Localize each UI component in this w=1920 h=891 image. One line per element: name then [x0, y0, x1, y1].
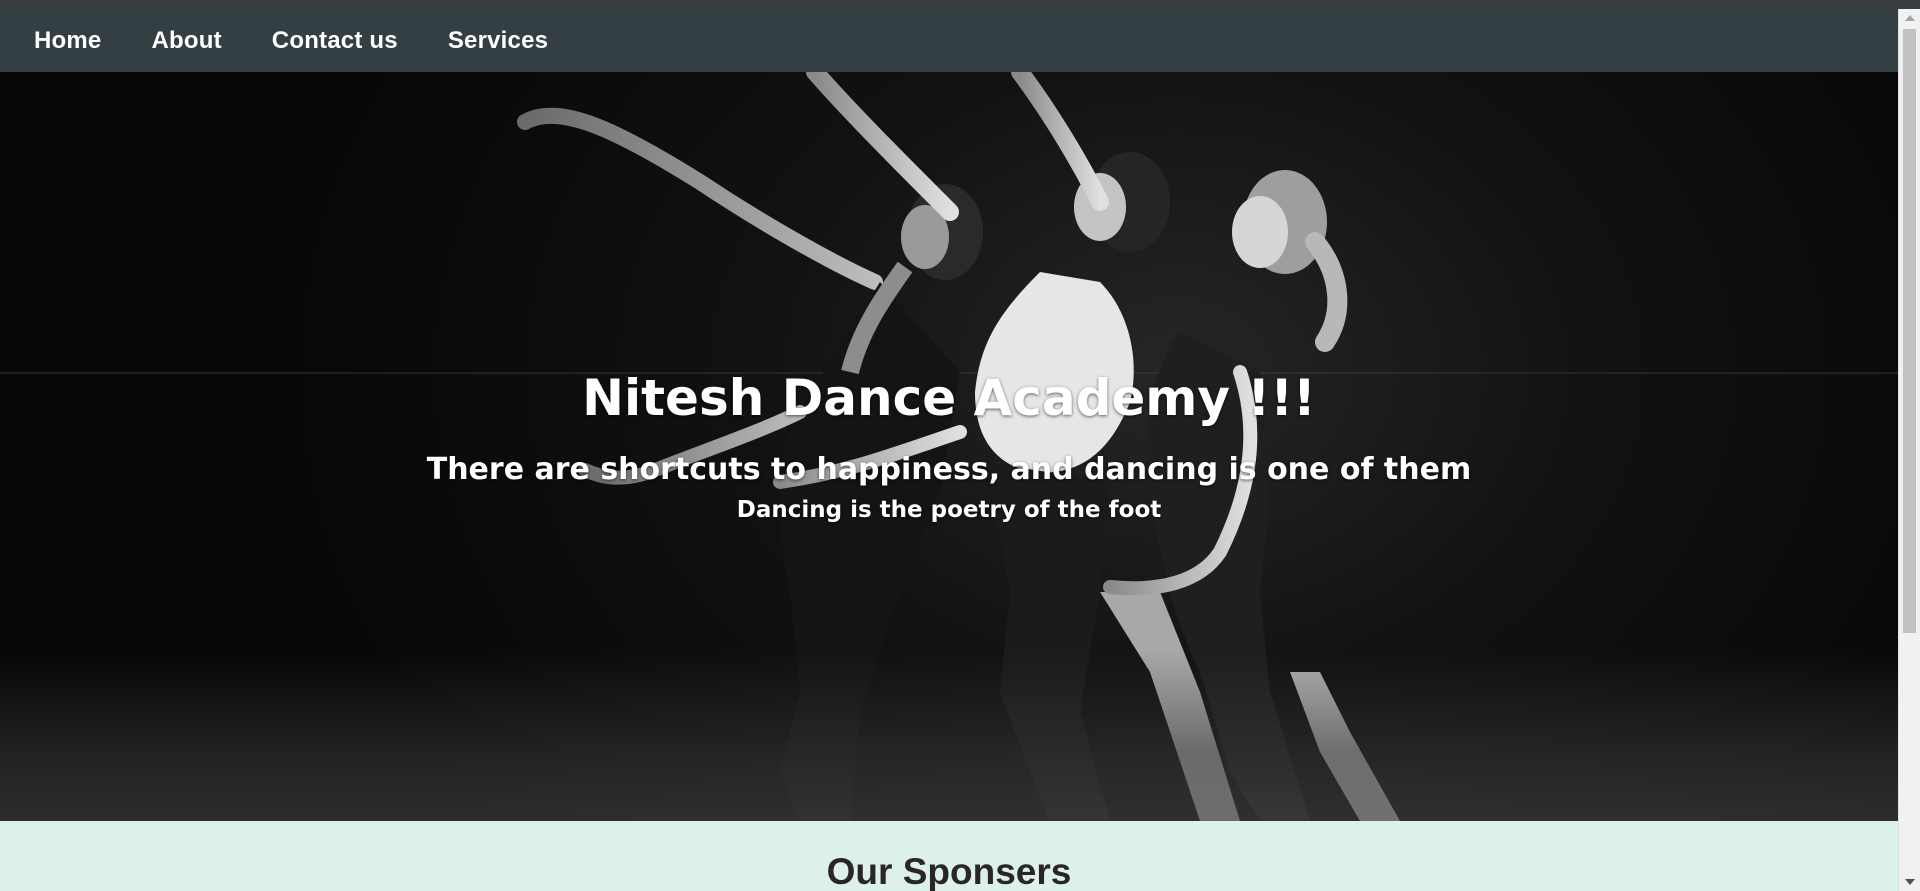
sponsors-heading: Our Sponsers	[826, 851, 1072, 891]
hero-tagline: Dancing is the poetry of the foot	[736, 497, 1162, 523]
hero-section: Nitesh Dance Academy !!! There are short…	[0, 72, 1898, 821]
scrollbar-thumb[interactable]	[1903, 29, 1916, 633]
main-navbar: Home About Contact us Services	[0, 9, 1898, 72]
page-scrollbar[interactable]	[1898, 9, 1920, 891]
nav-link-services[interactable]: Services	[448, 27, 548, 55]
scroll-up-arrow-icon[interactable]	[1905, 15, 1915, 21]
page-viewport: Home About Contact us Services Nitesh Da…	[0, 9, 1898, 891]
hero-title: Nitesh Dance Academy !!!	[582, 369, 1316, 427]
hero-stage-floor	[0, 651, 1898, 821]
hero-subtitle: There are shortcuts to happiness, and da…	[426, 452, 1472, 487]
browser-top-edge	[0, 0, 1920, 9]
scroll-down-arrow-icon[interactable]	[1905, 879, 1915, 885]
nav-link-about[interactable]: About	[151, 27, 221, 55]
nav-link-contact-us[interactable]: Contact us	[272, 27, 398, 55]
nav-link-home[interactable]: Home	[34, 27, 101, 55]
sponsors-section: Our Sponsers	[0, 821, 1898, 891]
